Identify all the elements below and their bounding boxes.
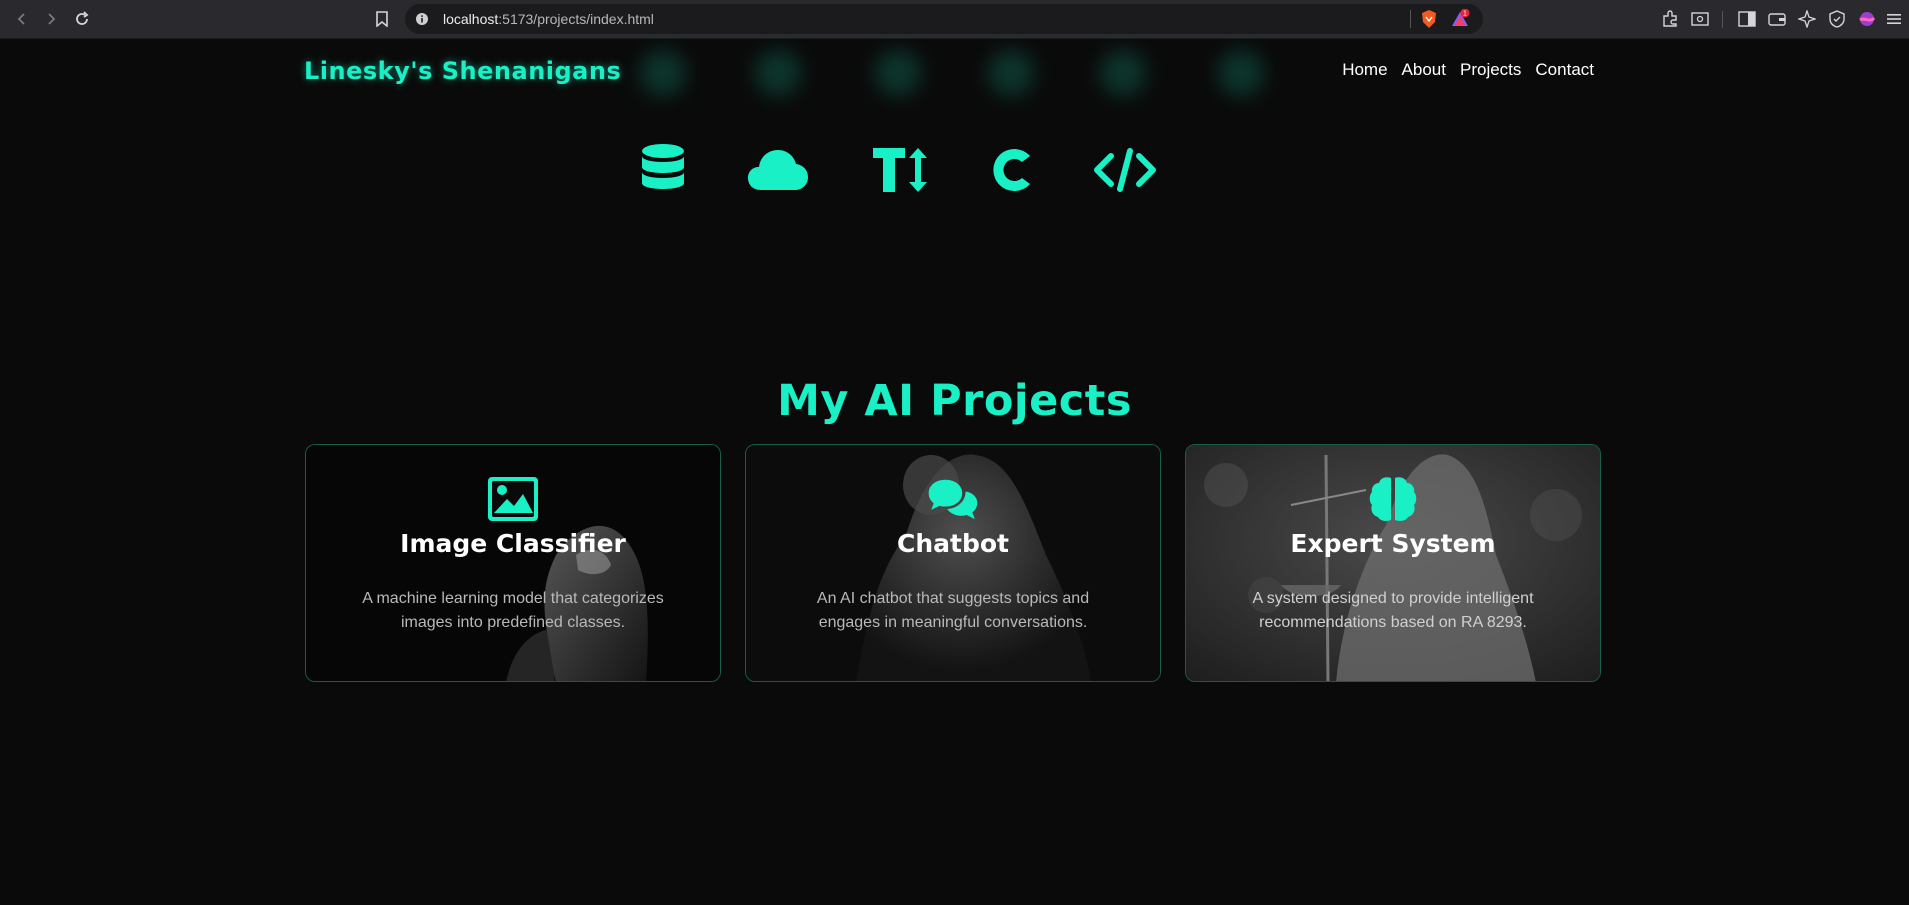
background-glow — [1218, 50, 1264, 96]
project-card-image-classifier[interactable]: Image Classifier A machine learning mode… — [305, 444, 721, 682]
nav-contact[interactable]: Contact — [1535, 60, 1594, 80]
background-glow — [875, 50, 921, 96]
sidebar-icon[interactable] — [1737, 9, 1757, 29]
main-nav: Home About Projects Contact — [1342, 60, 1594, 80]
reload-icon[interactable] — [71, 8, 93, 30]
bookmark-icon[interactable] — [371, 8, 393, 30]
toolbar-divider — [1722, 11, 1723, 28]
brave-shields-icon[interactable] — [1420, 9, 1438, 34]
menu-icon[interactable] — [1884, 9, 1904, 29]
background-glow — [1100, 50, 1146, 96]
background-glow — [988, 50, 1034, 96]
code-icon — [1090, 135, 1160, 205]
nav-about[interactable]: About — [1402, 60, 1446, 80]
brain-icon — [1367, 475, 1419, 523]
extensions-icon[interactable] — [1660, 9, 1680, 29]
browser-toolbar: localhost:5173/projects/index.html 1 — [0, 0, 1909, 39]
card-description: A system designed to provide intelligent… — [1252, 590, 1534, 631]
nav-projects[interactable]: Projects — [1460, 60, 1521, 80]
card-description: An AI chatbot that suggests topics and e… — [816, 590, 1090, 631]
address-divider — [1410, 10, 1411, 28]
profile-avatar-icon[interactable] — [1857, 9, 1877, 29]
tech-icons-row — [0, 135, 1909, 205]
card-title: Image Classifier — [400, 529, 626, 558]
page: Linesky's Shenanigans Home About Project… — [0, 40, 1909, 905]
vpn-shield-icon[interactable] — [1827, 9, 1847, 29]
rewards-badge-count: 1 — [1463, 11, 1467, 18]
brave-rewards-icon[interactable]: 1 — [1450, 8, 1470, 34]
card-description: A machine learning model that categorize… — [362, 590, 664, 631]
background-glow — [640, 50, 686, 96]
address-bar[interactable]: localhost:5173/projects/index.html 1 — [405, 4, 1483, 34]
text-height-icon — [865, 135, 935, 205]
database-icon — [628, 135, 698, 205]
forward-icon[interactable] — [40, 8, 62, 30]
url-host: localhost — [443, 11, 499, 27]
tab-search-icon[interactable] — [1690, 9, 1710, 29]
c-language-icon — [976, 135, 1046, 205]
background-glow — [755, 50, 801, 96]
url-text: localhost:5173/projects/index.html — [443, 11, 654, 27]
site-info-icon[interactable] — [415, 12, 429, 31]
site-logo[interactable]: Linesky's Shenanigans — [304, 57, 621, 85]
section-title: My AI Projects — [777, 376, 1132, 426]
chat-bubbles-icon — [927, 475, 979, 523]
card-title: Expert System — [1290, 529, 1496, 558]
card-title: Chatbot — [897, 529, 1009, 558]
leo-ai-icon[interactable] — [1797, 9, 1817, 29]
nav-home[interactable]: Home — [1342, 60, 1387, 80]
url-path: :5173/projects/index.html — [498, 11, 654, 27]
cloud-icon — [743, 135, 813, 205]
back-icon[interactable] — [11, 8, 33, 30]
wallet-icon[interactable] — [1767, 9, 1787, 29]
image-icon — [487, 475, 539, 523]
project-card-expert-system[interactable]: Expert System A system designed to provi… — [1185, 444, 1601, 682]
project-card-chatbot[interactable]: Chatbot An AI chatbot that suggests topi… — [745, 444, 1161, 682]
